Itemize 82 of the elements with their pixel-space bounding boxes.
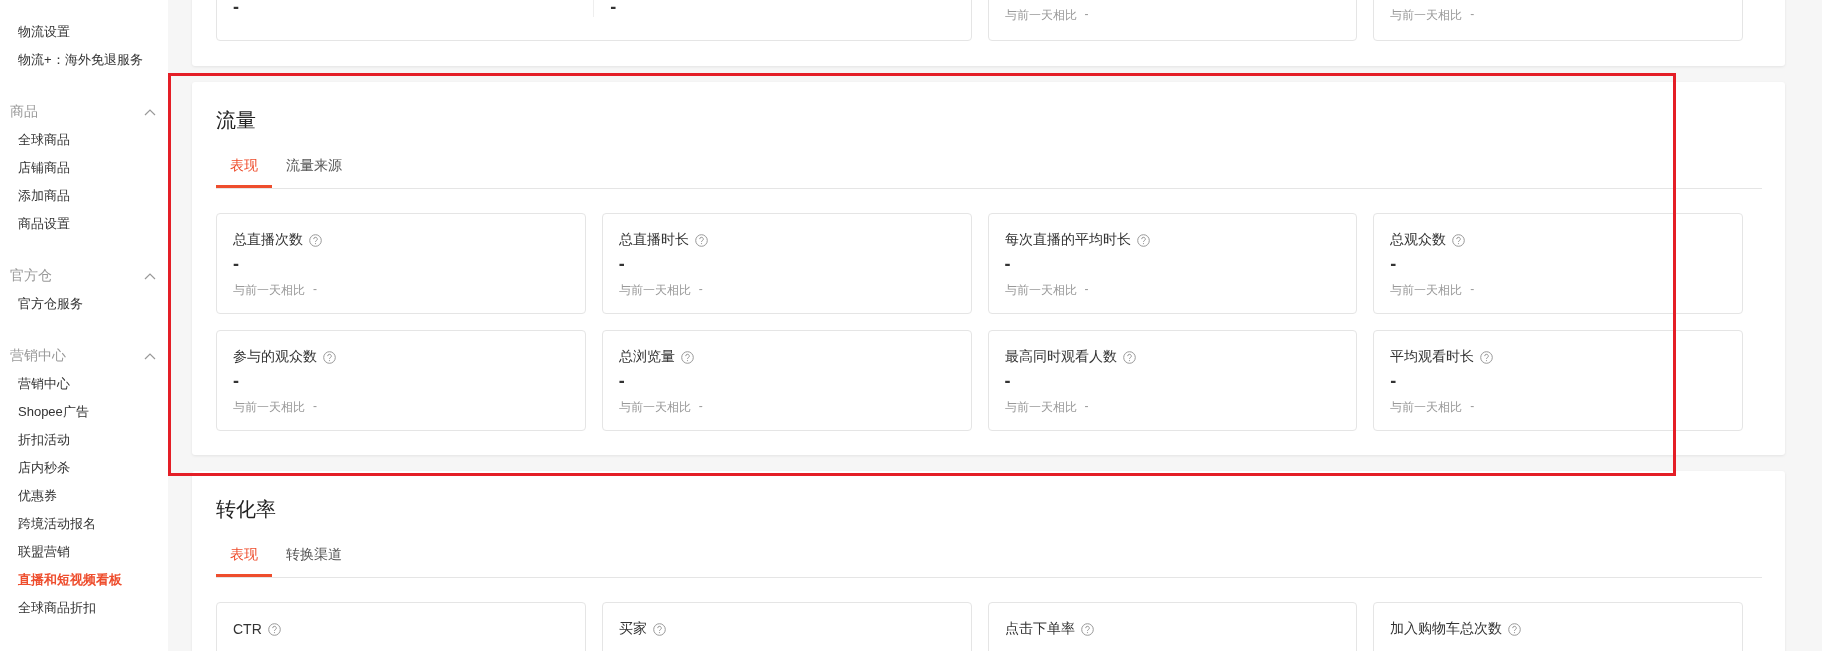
sidebar-item[interactable]: 添加商品 <box>0 182 168 210</box>
tab[interactable]: 表现 <box>216 533 272 577</box>
metric-label: 平均观看时长 <box>1390 348 1475 366</box>
group-title: 营销中心 <box>10 347 66 365</box>
sidebar-item[interactable]: 折扣活动 <box>0 426 168 454</box>
section-title: 转化率 <box>216 497 277 522</box>
help-icon <box>1508 622 1522 636</box>
help-icon <box>1080 622 1094 636</box>
comparison-label: 与前一天相比 <box>1390 399 1463 416</box>
comparison-value: - <box>1084 7 1089 23</box>
sidebar-item[interactable]: 联盟营销 <box>0 538 168 566</box>
metric-value: - <box>610 0 617 17</box>
sidebar-item[interactable]: 全球商品 <box>0 126 168 154</box>
tab[interactable]: 流量来源 <box>272 144 356 188</box>
comparison-label: 与前一天相比 <box>233 399 305 416</box>
metric-value: - <box>233 0 239 17</box>
metric-label: 总直播时长 <box>618 231 689 249</box>
sidebar-item[interactable]: 商品设置 <box>0 210 168 238</box>
metric-value: - <box>233 253 240 276</box>
comparison-value: - <box>698 399 703 415</box>
metric-label: 总浏览量 <box>618 348 675 366</box>
group-title: 官方仓 <box>10 267 52 285</box>
comparison-value: - <box>1470 282 1475 298</box>
help-icon <box>309 233 322 247</box>
sidebar-item[interactable]: 店铺商品 <box>0 154 168 182</box>
comparison-label: 与前一天相比 <box>233 282 305 299</box>
sidebar-item[interactable]: 物流设置 <box>0 18 168 46</box>
help-icon <box>652 622 666 636</box>
metric-label: 加入购物车总次数 <box>1390 620 1503 638</box>
tab[interactable]: 转换渠道 <box>272 533 356 577</box>
metric-value: - <box>1004 253 1012 276</box>
sidebar-item[interactable]: 跨境活动报名 <box>0 510 168 538</box>
comparison-label: 与前一天相比 <box>1390 282 1463 299</box>
help-icon <box>1480 350 1494 364</box>
comparison-label: 与前一天相比 <box>618 282 691 299</box>
help-icon <box>323 350 336 364</box>
metric-label: 总直播次数 <box>233 231 303 249</box>
sidebar-item[interactable]: 官方仓服务 <box>0 290 168 318</box>
comparison-value: - <box>1084 282 1089 298</box>
group-title: 商品 <box>10 103 38 121</box>
metric-label: 总观众数 <box>1390 231 1447 249</box>
sidebar-item[interactable]: Shopee广告 <box>0 398 168 426</box>
metric-label: 最高同时观看人数 <box>1004 348 1117 366</box>
comparison-value: - <box>698 282 703 298</box>
metric-label: 点击下单率 <box>1004 620 1075 638</box>
comparison-label: 与前一天相比 <box>1004 282 1077 299</box>
comparison-label: 与前一天相比 <box>1004 7 1077 24</box>
help-icon <box>267 622 281 636</box>
metric-value: - <box>618 253 626 276</box>
sidebar-item[interactable]: 店内秒杀 <box>0 454 168 482</box>
chevron-up-icon[interactable] <box>144 272 156 280</box>
metric-label: 参与的观众数 <box>233 348 317 366</box>
comparison-value: - <box>1084 399 1089 415</box>
help-icon <box>1122 350 1136 364</box>
metric-label: CTR <box>233 621 262 637</box>
metric-value: - <box>1390 370 1398 393</box>
metric-value: - <box>618 370 626 393</box>
chevron-up-icon[interactable] <box>144 108 156 116</box>
help-icon <box>694 233 708 247</box>
comparison-label: 与前一天相比 <box>1390 7 1463 24</box>
metric-label: 买家 <box>618 620 647 638</box>
comparison-label: 与前一天相比 <box>618 399 691 416</box>
sidebar-item[interactable]: 优惠券 <box>0 482 168 510</box>
comparison-value: - <box>313 399 317 415</box>
metric-value: - <box>1390 253 1398 276</box>
chevron-up-icon[interactable] <box>144 352 156 360</box>
help-icon <box>1136 233 1150 247</box>
comparison-value: - <box>1470 399 1475 415</box>
metric-value: - <box>233 370 240 393</box>
help-icon <box>680 350 694 364</box>
help-icon <box>1452 233 1466 247</box>
sidebar-item[interactable]: 直播和短视频看板 <box>0 566 168 594</box>
metric-label: 每次直播的平均时长 <box>1004 231 1131 249</box>
comparison-value: - <box>313 282 317 298</box>
metric-value: - <box>1004 370 1012 393</box>
comparison-label: 与前一天相比 <box>1004 399 1077 416</box>
sidebar-item[interactable]: 营销中心 <box>0 370 168 398</box>
sidebar-item[interactable]: 物流+：海外免退服务 <box>0 46 168 74</box>
tab[interactable]: 表现 <box>216 144 272 188</box>
section-title: 流量 <box>216 108 257 133</box>
sidebar-item[interactable]: 全球商品折扣 <box>0 594 168 622</box>
comparison-value: - <box>1470 7 1475 23</box>
